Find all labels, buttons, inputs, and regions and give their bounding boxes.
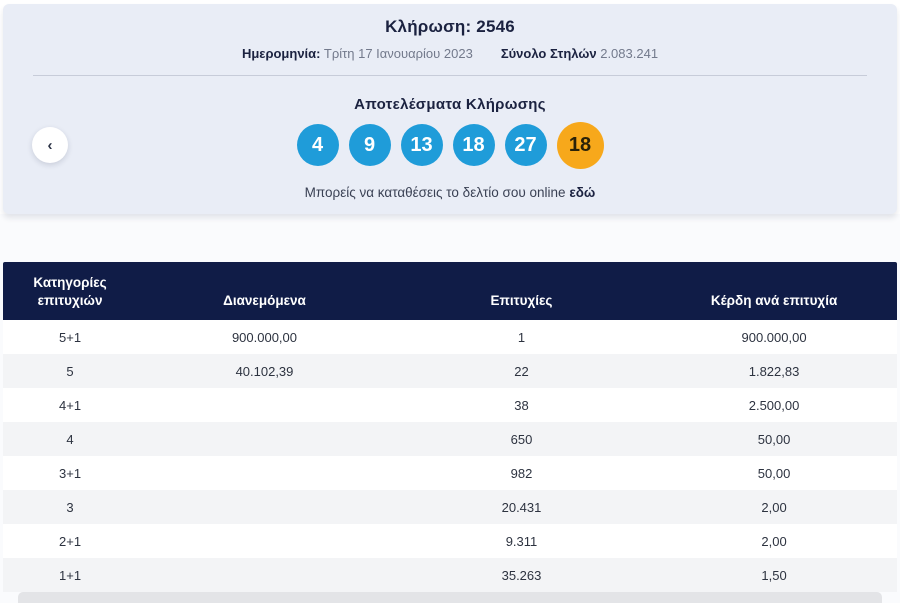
cell-per_win: 2.500,00: [748, 397, 800, 413]
winning-number-ball: 4: [296, 124, 339, 166]
bonus-number-ball: 18: [556, 121, 604, 169]
cell-category: 2+1: [59, 533, 82, 549]
cell-category: 4+1: [59, 397, 82, 413]
cell-wins: 9.311: [505, 533, 538, 549]
winning-number-ball: 18: [452, 124, 495, 166]
table-row: 5 40.102,39 22 1.822,83: [3, 354, 897, 388]
winning-numbers: 4 9 13 18 27 18: [3, 120, 897, 170]
table-row: 3 20.431 2,00: [3, 490, 897, 524]
cell-per_win: 1.822,83: [748, 363, 800, 379]
cell-per_win: 2,00: [761, 499, 787, 515]
cell-distributed: 900.000,00: [231, 329, 298, 345]
winning-number-ball: 27: [504, 124, 547, 166]
draw-title-number: 2546: [476, 17, 515, 36]
chevron-left-icon: ‹: [47, 136, 53, 154]
cell-wins: 35.263: [501, 567, 542, 583]
winning-number-ball: 13: [400, 124, 443, 166]
table-row: 3+1 982 50,00: [3, 456, 897, 490]
cell-wins: 22: [514, 363, 529, 379]
cell-wins: 20.431: [501, 499, 542, 515]
cell-wins: 982: [510, 465, 533, 481]
draw-header-card: Κλήρωση: 2546 Ημερομηνία: Τρίτη 17 Ιανου…: [3, 4, 897, 214]
table-row: 2+1 9.311 2,00: [3, 524, 897, 558]
table-row: 4+1 38 2.500,00: [3, 388, 897, 422]
draw-title: Κλήρωση: 2546: [3, 17, 897, 37]
online-cta: Μπορείς να καταθέσεις το δελτίο σου onli…: [3, 185, 897, 200]
cell-category: 1+1: [59, 567, 82, 583]
header-categories: Κατηγορίες επιτυχιών: [33, 274, 107, 308]
prize-table: Κατηγορίες επιτυχιών Διανεμόμενα Επιτυχί…: [3, 262, 897, 592]
previous-draw-button[interactable]: ‹: [32, 127, 68, 163]
table-row: 1+1 35.263 1,50: [3, 558, 897, 592]
cell-wins: 1: [517, 329, 526, 345]
cell-distributed: 40.102,39: [235, 363, 294, 379]
prize-table-header: Κατηγορίες επιτυχιών Διανεμόμενα Επιτυχί…: [3, 262, 897, 320]
cell-per_win: 50,00: [757, 431, 791, 447]
cell-per_win: 900.000,00: [741, 329, 807, 345]
draw-meta-row: Ημερομηνία: Τρίτη 17 Ιανουαρίου 2023 Σύν…: [3, 46, 897, 61]
cell-per_win: 2,00: [761, 533, 787, 549]
draw-title-label: Κλήρωση:: [385, 17, 472, 36]
next-section-edge: [18, 592, 882, 603]
draw-date-label: Ημερομηνία:: [241, 46, 321, 61]
cell-category: 3: [66, 499, 74, 515]
table-row: 5+1 900.000,00 1 900.000,00: [3, 320, 897, 354]
cell-category: 5: [66, 363, 74, 379]
header-distributed: Διανεμόμενα: [223, 292, 306, 308]
online-cta-text: Μπορείς να καταθέσεις το δελτίο σου onli…: [304, 185, 566, 200]
table-row: 4 650 50,00: [3, 422, 897, 456]
cell-per_win: 50,00: [757, 465, 791, 481]
cell-wins: 38: [514, 397, 529, 413]
header-per-win: Κέρδη ανά επιτυχία: [710, 292, 838, 308]
cell-category: 3+1: [59, 465, 82, 481]
cell-category: 4: [66, 431, 74, 447]
online-cta-link[interactable]: εδώ: [569, 185, 595, 200]
cell-per_win: 1,50: [761, 567, 787, 583]
cell-wins: 650: [510, 431, 533, 447]
header-wins: Επιτυχίες: [490, 292, 553, 308]
winning-number-ball: 9: [348, 124, 391, 166]
cell-category: 5+1: [59, 329, 82, 345]
results-title: Αποτελέσματα Κλήρωσης: [354, 96, 546, 113]
total-columns-value: 2.083.241: [600, 46, 659, 61]
total-columns: Σύνολο Στηλών 2.083.241: [501, 46, 658, 61]
results-table-body: 5+1 900.000,00 1 900.000,00 5 40.102,39 22 1.82…: [3, 320, 897, 592]
draw-date: Ημερομηνία: Τρίτη 17 Ιανουαρίου 2023: [242, 46, 473, 61]
header-divider: [33, 75, 867, 76]
draw-date-value: Τρίτη 17 Ιανουαρίου 2023: [323, 46, 473, 61]
total-columns-label: Σύνολο Στηλών: [500, 46, 597, 61]
